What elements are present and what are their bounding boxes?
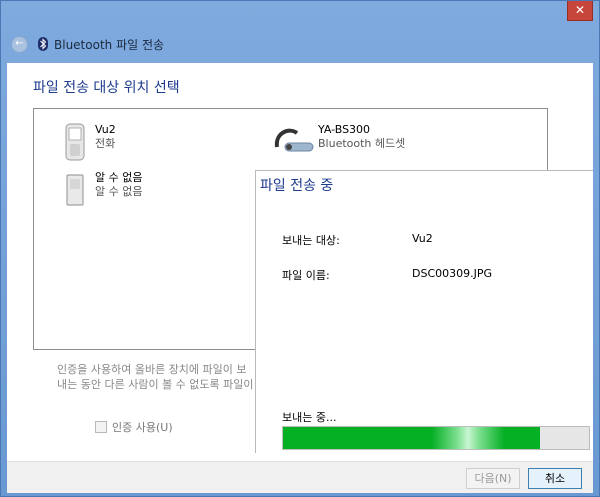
title-bar: ← Bluetooth 파일 전송: [11, 35, 164, 53]
recipient-label: 보내는 대상:: [282, 234, 340, 247]
progress-fill: [283, 427, 541, 449]
page-heading: 파일 전송 대상 위치 선택: [33, 80, 180, 96]
auth-hint-text: 인증을 사용하여 올바른 장치에 파일이 보 내는 동안 다른 사람이 볼 수 …: [57, 362, 277, 392]
device-type: 알 수 없음: [95, 185, 143, 198]
device-name: Vu2: [95, 123, 116, 136]
progress-bar: [282, 426, 590, 450]
device-type: 전화: [95, 137, 116, 150]
bluetooth-transfer-window: ✕ ← Bluetooth 파일 전송 파일 전송 대상 위치 선택 Vu2 전…: [0, 0, 600, 497]
transfer-progress-dialog: 파일 전송 중 보내는 대상: Vu2 파일 이름: DSC00309.JPG …: [255, 170, 593, 453]
next-button[interactable]: 다음(N): [466, 468, 520, 489]
cancel-button[interactable]: 취소: [528, 468, 582, 489]
recipient-value: Vu2: [412, 232, 433, 245]
recipient-row: 보내는 대상: Vu2: [282, 232, 433, 248]
back-button[interactable]: ←: [11, 35, 28, 53]
bluetooth-icon: [38, 37, 48, 51]
device-name: 알 수 없음: [95, 171, 143, 184]
phone-icon: [65, 123, 85, 161]
file-name-row: 파일 이름: DSC00309.JPG: [282, 267, 492, 283]
hint-line: 인증을 사용하여 올바른 장치에 파일이 보: [57, 363, 247, 376]
auth-label: 인증 사용(U): [112, 421, 173, 434]
button-bar: 다음(N) 취소: [7, 461, 593, 493]
transfer-status: 보내는 중...: [282, 411, 337, 424]
window-title: Bluetooth 파일 전송: [54, 37, 165, 52]
device-item-ya-bs300[interactable]: YA-BS300 Bluetooth 헤드셋: [271, 123, 405, 159]
file-name-value: DSC00309.JPG: [412, 267, 493, 280]
device-item-vu2[interactable]: Vu2 전화: [64, 123, 116, 161]
checkbox-box[interactable]: [95, 421, 107, 433]
file-name-label: 파일 이름:: [282, 269, 330, 282]
progress-title: 파일 전송 중: [260, 178, 334, 194]
auth-checkbox[interactable]: 인증 사용(U): [95, 419, 173, 435]
headset-icon: [274, 128, 314, 152]
unknown-device-icon: [66, 174, 84, 206]
device-name: YA-BS300: [318, 123, 371, 136]
hint-line: 내는 동안 다른 사람이 볼 수 없도록 파일이: [57, 378, 254, 391]
close-button[interactable]: ✕: [567, 1, 593, 21]
device-item-unknown[interactable]: 알 수 없음 알 수 없음: [64, 171, 142, 207]
device-type: Bluetooth 헤드셋: [318, 137, 406, 150]
